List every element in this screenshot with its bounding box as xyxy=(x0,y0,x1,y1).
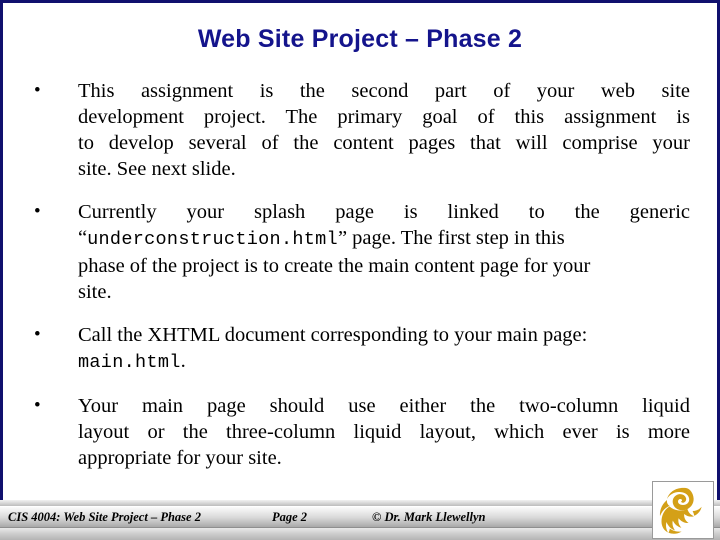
bullet-2-line-2-tail: ” page. The first step in this xyxy=(337,227,565,249)
bullet-2-code-filename: underconstruction.html xyxy=(87,229,338,250)
bullet-item-2: • Currently your splash page is linked t… xyxy=(30,199,690,305)
footer-page-number: Page 2 xyxy=(272,510,308,524)
slide-body: • This assignment is the second part of … xyxy=(30,78,690,471)
bullet-item-4: • Your main page should use either the t… xyxy=(30,393,690,471)
bullet-1-line-1: This assignment is the second part of yo… xyxy=(78,80,690,102)
bullet-marker-icon: • xyxy=(34,201,41,222)
bullet-2-line-2: “underconstruction.html” page. The first… xyxy=(78,225,690,253)
slide-border-top xyxy=(0,0,720,3)
bullet-2-line-3: phase of the project is to create the ma… xyxy=(78,255,591,277)
bullet-1-line-2: development project. The primary goal of… xyxy=(78,106,690,128)
slide-border-left xyxy=(0,0,3,500)
bullet-text-2: Currently your splash page is linked to … xyxy=(78,199,690,305)
footer-course-label: CIS 4004: Web Site Project – Phase 2 xyxy=(8,510,201,524)
bullet-marker-icon: • xyxy=(34,395,41,416)
bullet-marker-icon: • xyxy=(34,324,41,345)
slide-title: Web Site Project – Phase 2 xyxy=(197,25,523,53)
bullet-text-1: This assignment is the second part of yo… xyxy=(78,78,690,182)
bullet-item-1: • This assignment is the second part of … xyxy=(30,78,690,182)
footer-copyright: © Dr. Mark Llewellyn xyxy=(372,510,486,524)
bullet-item-3: • Call the XHTML document corresponding … xyxy=(30,322,690,376)
bullet-4-line-1: Your main page should use either the two… xyxy=(78,395,690,417)
slide-footer: CIS 4004: Web Site Project – Phase 2 Pag… xyxy=(0,481,720,540)
bullet-1-line-3: to develop several of the content pages … xyxy=(78,132,690,154)
bullet-3-line-2-tail: . xyxy=(180,350,186,372)
bullet-4-line-2: layout or the three-column liquid layout… xyxy=(78,421,690,443)
bullet-marker-icon: • xyxy=(34,80,41,101)
bullet-text-3: Call the XHTML document corresponding to… xyxy=(78,322,690,376)
bullet-2-line-4: site. xyxy=(78,281,112,303)
bullet-3-line-1: Call the XHTML document corresponding to… xyxy=(78,324,588,346)
bullet-text-4: Your main page should use either the two… xyxy=(78,393,690,471)
pegasus-icon xyxy=(659,487,702,534)
bullet-3-code-filename: main.html xyxy=(78,352,181,373)
bullet-4-line-3: appropriate for your site. xyxy=(78,447,282,469)
slide: Web Site Project – Phase 2 • This assign… xyxy=(0,0,720,540)
footer-bottom-strip xyxy=(0,528,720,540)
bullet-3-line-2: main.html. xyxy=(78,348,690,376)
bullet-1-line-4: site. See next slide. xyxy=(78,158,236,180)
bullet-2-line-1: Currently your splash page is linked to … xyxy=(78,201,690,223)
ucf-pegasus-logo xyxy=(652,481,714,539)
bullet-2-open-quote: “ xyxy=(78,227,88,249)
